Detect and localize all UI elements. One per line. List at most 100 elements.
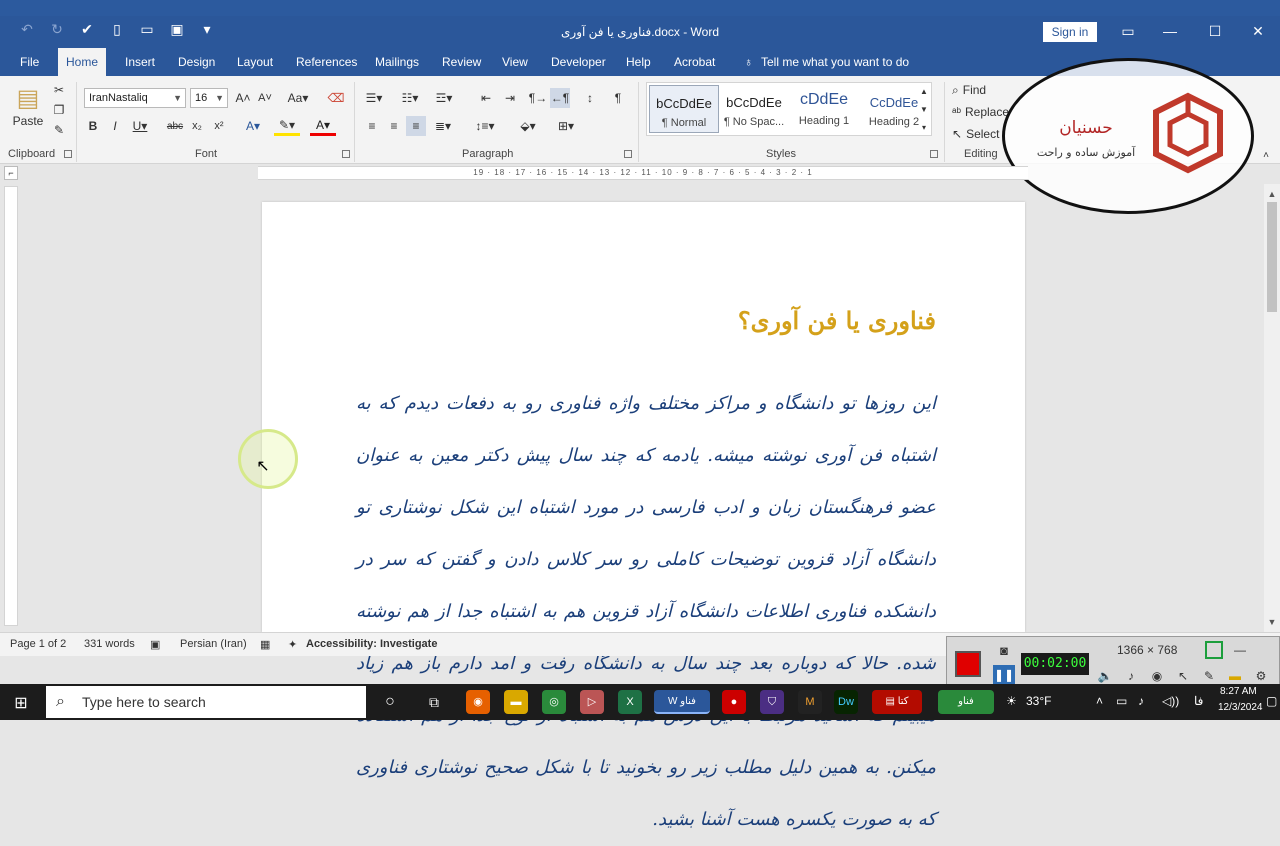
- task-view-icon[interactable]: ⧉: [422, 690, 446, 714]
- tab-design[interactable]: Design: [170, 48, 223, 76]
- tray-chevron-icon[interactable]: ˄: [1096, 694, 1103, 708]
- ribbon-display-options-icon[interactable]: ▭: [1116, 20, 1140, 42]
- style-normal[interactable]: bCcDdEe ¶ Normal: [649, 85, 719, 133]
- word-count[interactable]: 331 words: [84, 638, 135, 650]
- rtl-direction-icon[interactable]: ←¶: [550, 88, 570, 108]
- open-folder-icon[interactable]: ▭: [138, 20, 156, 38]
- style-no-spacing[interactable]: bCcDdEe ¶ No Spac...: [719, 85, 789, 133]
- new-document-icon[interactable]: ▯: [108, 20, 126, 38]
- tab-layout[interactable]: Layout: [229, 48, 281, 76]
- font-color-icon[interactable]: A▾: [310, 116, 336, 136]
- spelling-check-icon[interactable]: ✔: [78, 20, 96, 38]
- styles-scroll-up-icon[interactable]: ▲: [918, 84, 930, 98]
- styles-launcher-icon[interactable]: [930, 150, 938, 158]
- clock-date[interactable]: 12/3/2024: [1218, 702, 1263, 713]
- change-case-icon[interactable]: Aa▾: [284, 88, 312, 108]
- style-heading-1[interactable]: cDdEe Heading 1: [789, 85, 859, 133]
- undo-icon[interactable]: ↶: [18, 20, 36, 38]
- region-select-icon[interactable]: [1205, 641, 1223, 659]
- network-icon[interactable]: ▭: [1116, 694, 1127, 708]
- underline-icon[interactable]: U▾: [128, 116, 152, 136]
- chrome-taskbar-button[interactable]: فناو: [938, 690, 994, 714]
- horizontal-ruler[interactable]: 19 · 18 · 17 · 16 · 15 · 14 · 13 · 12 · …: [258, 166, 1028, 180]
- grow-font-icon[interactable]: A˄: [234, 88, 252, 108]
- tab-review[interactable]: Review: [434, 48, 489, 76]
- windows-start-icon[interactable]: ⊞: [10, 692, 32, 714]
- tab-developer[interactable]: Developer: [543, 48, 614, 76]
- excel-icon[interactable]: X: [618, 690, 642, 714]
- customize-qat-icon[interactable]: ▾: [198, 20, 216, 38]
- accessibility-status[interactable]: Accessibility: Investigate: [306, 638, 437, 650]
- cortana-icon[interactable]: ○: [378, 690, 402, 714]
- vertical-scrollbar[interactable]: ▲ ▼: [1264, 184, 1280, 632]
- collapse-ribbon-icon[interactable]: ˄: [1258, 148, 1274, 162]
- folder-icon[interactable]: ▬: [1225, 667, 1245, 685]
- clipboard-launcher-icon[interactable]: [64, 150, 72, 158]
- dreamweaver-icon[interactable]: Dw: [834, 690, 858, 714]
- volume-icon[interactable]: ♪: [1138, 694, 1144, 708]
- accessibility-icon[interactable]: ✦: [288, 638, 297, 651]
- document-body[interactable]: این روزها تو دانشگاه و مراکز مختلف واژه …: [356, 378, 936, 846]
- justify-icon[interactable]: ≣▾: [430, 116, 456, 136]
- volume-level-icon[interactable]: ◁)): [1162, 694, 1179, 708]
- show-formatting-icon[interactable]: ¶: [608, 88, 628, 108]
- font-launcher-icon[interactable]: [342, 150, 350, 158]
- cut-icon[interactable]: ✂: [50, 82, 68, 98]
- line-spacing-icon[interactable]: ↕≡▾: [472, 116, 498, 136]
- tab-view[interactable]: View: [494, 48, 536, 76]
- numbering-icon[interactable]: ☷▾: [398, 88, 422, 108]
- copy-icon[interactable]: ❐: [50, 102, 68, 118]
- align-center-icon[interactable]: ≡: [384, 116, 404, 136]
- strikethrough-icon[interactable]: abc: [164, 116, 186, 136]
- align-right-icon[interactable]: ≡: [406, 116, 426, 136]
- paste-icon[interactable]: ▤: [12, 82, 44, 114]
- sign-in-button[interactable]: Sign in: [1043, 22, 1097, 42]
- weather-temp[interactable]: 33°F: [1026, 694, 1051, 708]
- tab-file[interactable]: File: [12, 48, 47, 76]
- text-effects-icon[interactable]: A▾: [240, 116, 266, 136]
- find-button[interactable]: ⌕ Find: [952, 82, 1012, 98]
- decrease-indent-icon[interactable]: ⇤: [476, 88, 496, 108]
- ltr-direction-icon[interactable]: ¶→: [528, 88, 548, 108]
- scrollbar-thumb[interactable]: [1267, 202, 1277, 312]
- macro-icon[interactable]: ▦: [260, 638, 270, 651]
- input-language[interactable]: فا: [1194, 694, 1203, 708]
- highlight-icon[interactable]: ✎▾: [274, 116, 300, 136]
- subscript-icon[interactable]: x₂: [188, 116, 206, 136]
- multilevel-list-icon[interactable]: ☲▾: [432, 88, 456, 108]
- taskbar-search-box[interactable]: ⌕ Type here to search: [46, 686, 366, 718]
- minimize-recorder-icon[interactable]: —: [1231, 641, 1249, 659]
- page-count[interactable]: Page 1 of 2: [10, 638, 66, 650]
- align-left-icon[interactable]: ≡: [362, 116, 382, 136]
- font-size-select[interactable]: 16 ▼: [190, 88, 228, 108]
- file-explorer-icon[interactable]: ▬: [504, 690, 528, 714]
- acrobat-taskbar-button[interactable]: ▤ کتا: [872, 690, 922, 714]
- tab-insert[interactable]: Insert: [117, 48, 163, 76]
- paste-button[interactable]: Paste: [8, 114, 48, 128]
- microphone-icon[interactable]: ♪: [1121, 667, 1141, 685]
- tab-references[interactable]: References: [288, 48, 365, 76]
- bullets-icon[interactable]: ☰▾: [362, 88, 386, 108]
- word-taskbar-button[interactable]: W فناو: [654, 690, 710, 714]
- tab-acrobat[interactable]: Acrobat: [666, 48, 723, 76]
- sort-icon[interactable]: ↕: [580, 88, 600, 108]
- pen-icon[interactable]: ✎: [1199, 667, 1219, 685]
- shading-icon[interactable]: ⬙▾: [514, 116, 542, 136]
- weather-icon[interactable]: ☀: [1006, 694, 1017, 708]
- borders-icon[interactable]: ⊞▾: [552, 116, 580, 136]
- font-family-select[interactable]: IranNastaliq ▼: [84, 88, 186, 108]
- language-indicator[interactable]: Persian (Iran): [180, 638, 247, 650]
- superscript-icon[interactable]: x²: [210, 116, 228, 136]
- tab-selector-icon[interactable]: ⌐: [4, 166, 18, 180]
- media-player-icon[interactable]: ▷: [580, 690, 604, 714]
- recorder-app-icon[interactable]: ●: [722, 690, 746, 714]
- camera-icon[interactable]: ◙: [993, 641, 1015, 659]
- m-app-icon[interactable]: M: [798, 690, 822, 714]
- shield-icon[interactable]: ⛉: [760, 690, 784, 714]
- styles-scroll-down-icon[interactable]: ▼: [918, 102, 930, 116]
- speaker-icon[interactable]: 🔈: [1095, 667, 1115, 685]
- webcam-icon[interactable]: ◉: [1147, 667, 1167, 685]
- tell-me-box[interactable]: ♁ Tell me what you want to do: [736, 48, 917, 76]
- increase-indent-icon[interactable]: ⇥: [500, 88, 520, 108]
- tab-mailings[interactable]: Mailings: [367, 48, 427, 76]
